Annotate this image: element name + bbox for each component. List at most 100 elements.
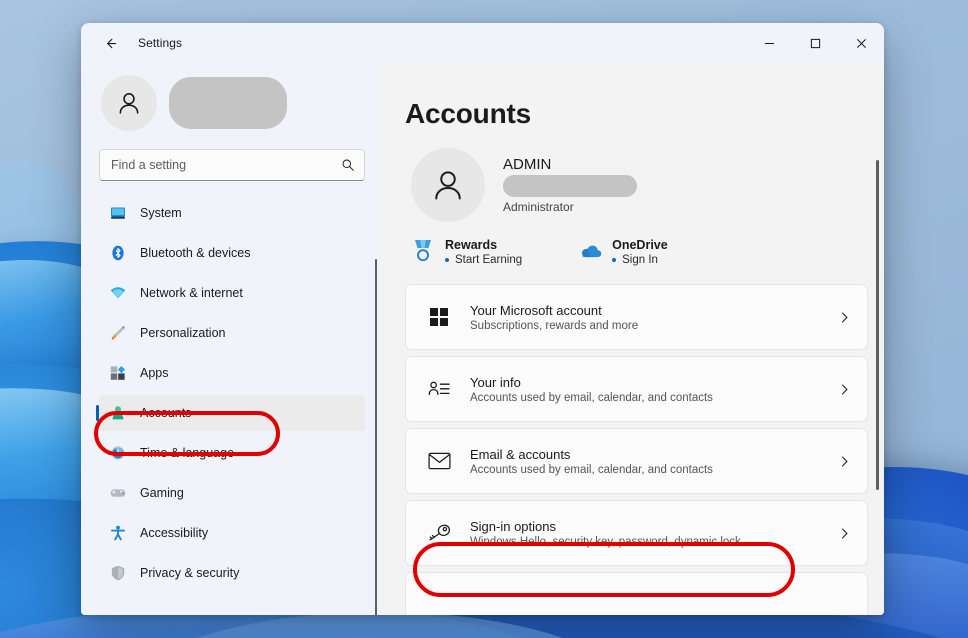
sidebar-item-label: Bluetooth & devices [140,246,251,260]
sidebar-item-label: Time & language [140,446,235,460]
account-meta: ADMIN Administrator [503,156,637,214]
card-your-microsoft-account[interactable]: Your Microsoft account Subscriptions, re… [405,284,868,350]
sidebar-item-network-internet[interactable]: Network & internet [99,275,365,311]
accounts-icon [110,405,126,421]
window-controls [746,23,884,63]
chevron-right-icon[interactable] [838,383,851,396]
card-subtitle: Subscriptions, rewards and more [470,319,639,332]
badge-status-label: Sign In [622,254,658,266]
app-title: Settings [138,36,183,50]
bluetooth-icon [110,245,126,261]
person-avatar-icon [119,93,139,114]
sidebar-nav: System Bluetooth & devices Network & int… [95,187,381,615]
sidebar-item-label: Apps [140,366,169,380]
onedrive-badge[interactable]: OneDrive Sign In [578,238,668,266]
search-icon[interactable] [341,158,355,172]
page-title: Accounts [405,98,531,129]
sidebar: System Bluetooth & devices [81,63,381,615]
wifi-icon [110,285,126,301]
sidebar-item-time-language[interactable]: Time & language [99,435,365,471]
card-title: Your info [470,374,521,390]
sidebar-scrollbar[interactable] [375,259,377,615]
clock-icon [110,445,126,461]
account-name: ADMIN [503,156,552,173]
rewards-badge[interactable]: Rewards Start Earning [411,238,522,266]
card-body: Your info Accounts used by email, calend… [470,375,713,404]
person-list-icon [426,379,452,399]
card-body: Sign-in options Windows Hello, security … [470,519,741,548]
settings-window: Settings Find a setting System Bluetooth… [81,23,884,615]
card-body: Your Microsoft account Subscriptions, re… [470,303,638,332]
account-email-redacted [503,175,637,197]
paintbrush-icon [110,325,126,341]
settings-cards: Your Microsoft account Subscriptions, re… [405,284,868,615]
card-your-info[interactable]: Your info Accounts used by email, calend… [405,356,868,422]
badge-status: Start Earning [445,254,522,266]
key-icon [426,523,452,543]
content-scrollbar[interactable] [876,160,879,490]
gamepad-icon [110,485,126,501]
account-badges: Rewards Start Earning OneDrive Sign In [411,238,884,266]
sidebar-item-label: Accessibility [140,526,209,540]
chevron-right-icon[interactable] [838,527,851,540]
card-subtitle: Accounts used by email, calendar, and co… [470,391,713,404]
card-email-accounts[interactable]: Email & accounts Accounts used by email,… [405,428,868,494]
sidebar-item-bluetooth-devices[interactable]: Bluetooth & devices [99,235,365,271]
profile-name-redacted [169,77,287,129]
chevron-right-icon[interactable] [838,455,851,468]
chevron-right-icon[interactable] [838,311,851,324]
minimize-button[interactable] [746,23,792,63]
account-header: ADMIN Administrator [405,148,884,222]
envelope-icon [426,452,452,470]
sidebar-item-system[interactable]: System [99,195,365,231]
sidebar-item-gaming[interactable]: Gaming [99,475,365,511]
card-sign-in-options[interactable]: Sign-in options Windows Hello, security … [405,500,868,566]
account-role: Administrator [503,200,574,214]
sidebar-item-label: Network & internet [140,286,243,300]
sidebar-item-privacy-security[interactable]: Privacy & security [99,555,365,591]
sidebar-profile[interactable] [95,63,381,137]
system-icon [110,205,126,221]
card-title: Email & accounts [470,446,571,462]
onedrive-text: OneDrive Sign In [612,238,668,266]
close-icon [856,38,866,48]
card-subtitle: Accounts used by email, calendar, and co… [470,463,713,476]
search-container [95,137,381,187]
back-button[interactable] [94,28,126,58]
accessibility-icon [110,525,126,541]
card-partial-next[interactable] [405,572,868,615]
sidebar-item-label: Privacy & security [140,566,240,580]
status-dot-icon [445,258,449,262]
sidebar-item-apps[interactable]: Apps [99,355,365,391]
card-title: Your Microsoft account [470,302,602,318]
maximize-icon [810,38,820,48]
rewards-text: Rewards Start Earning [445,238,522,266]
sidebar-item-label: Gaming [140,486,184,500]
sidebar-item-label: Accounts [140,406,192,420]
search-input[interactable] [111,158,341,172]
badge-status-label: Start Earning [455,254,523,266]
sidebar-item-accounts[interactable]: Accounts [99,395,365,431]
close-button[interactable] [838,23,884,63]
card-subtitle: Windows Hello, security key, password, d… [470,535,741,548]
avatar [101,75,157,131]
sidebar-item-label: System [140,206,182,220]
avatar[interactable] [411,148,485,222]
badge-status: Sign In [612,254,668,266]
sidebar-item-accessibility[interactable]: Accessibility [99,515,365,551]
sidebar-item-personalization[interactable]: Personalization [99,315,365,351]
badge-title: Rewards [445,238,498,252]
microsoft-logo-icon [426,307,452,327]
title-bar: Settings [81,23,884,63]
card-body: Email & accounts Accounts used by email,… [470,447,713,476]
sidebar-item-label: Personalization [140,326,226,340]
minimize-icon [764,42,774,44]
arrow-left-icon [106,38,116,48]
apps-icon [110,365,126,381]
window-body: System Bluetooth & devices [81,63,884,615]
card-title: Sign-in options [470,518,556,534]
rewards-medal-icon [411,238,435,264]
search-box[interactable] [99,149,365,181]
shield-icon [110,565,126,581]
maximize-button[interactable] [792,23,838,63]
